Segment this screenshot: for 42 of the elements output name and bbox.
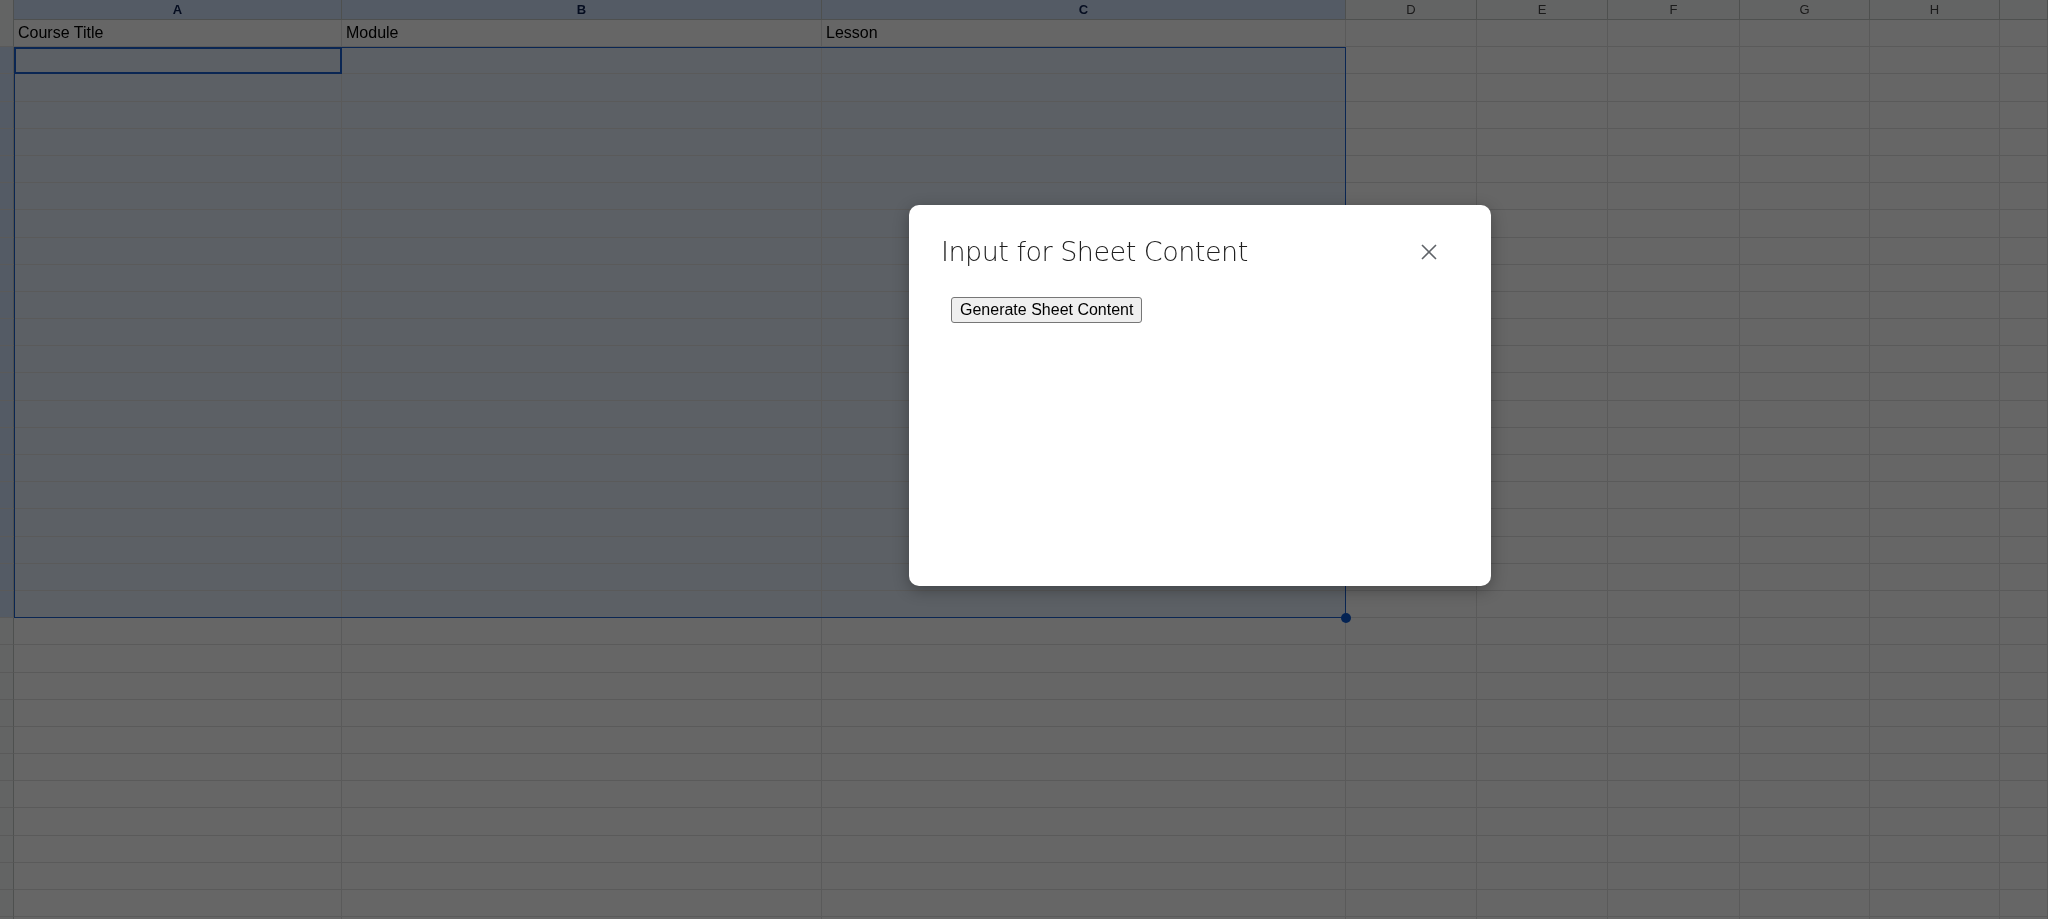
row-header[interactable] <box>0 890 14 918</box>
row-header[interactable] <box>0 210 14 238</box>
column-header[interactable]: G <box>1740 0 1870 20</box>
fill-handle[interactable] <box>1341 613 1351 624</box>
row-header[interactable] <box>0 427 14 455</box>
column-header[interactable]: B <box>342 0 822 20</box>
row-header[interactable] <box>0 400 14 428</box>
column-header[interactable]: C <box>822 0 1346 20</box>
row-header[interactable] <box>0 47 14 75</box>
row-header[interactable] <box>0 155 14 184</box>
row-header[interactable] <box>0 237 14 265</box>
row-header[interactable] <box>0 455 14 483</box>
generate-button[interactable]: Generate Sheet Content <box>951 297 1143 323</box>
row-header[interactable] <box>0 536 14 564</box>
row-header[interactable] <box>0 74 14 102</box>
column-header[interactable]: A <box>14 0 342 20</box>
row-header[interactable] <box>0 291 14 320</box>
column-header[interactable]: E <box>1477 0 1608 20</box>
column-header[interactable]: H <box>1870 0 2000 20</box>
row-header[interactable] <box>0 590 14 619</box>
column-header[interactable]: F <box>1608 0 1740 20</box>
column-header[interactable]: D <box>1346 0 1477 20</box>
active-cell[interactable] <box>14 47 342 75</box>
table-cell: Lesson <box>822 20 1346 48</box>
table-cell <box>2000 20 2048 48</box>
row-header[interactable] <box>0 808 14 836</box>
row-header[interactable] <box>0 373 14 401</box>
column-header[interactable] <box>2000 0 2048 20</box>
close-icon[interactable] <box>1419 242 1439 262</box>
row-header[interactable] <box>0 319 14 347</box>
row-header[interactable] <box>0 346 14 374</box>
row-header[interactable] <box>0 482 14 510</box>
dialog-title: Input for Sheet Content <box>941 239 1248 265</box>
row-header[interactable] <box>0 509 14 537</box>
table-cell: Course Title <box>14 20 342 48</box>
row-header[interactable] <box>0 264 14 292</box>
row-header[interactable] <box>0 183 14 211</box>
row-header[interactable] <box>0 101 14 129</box>
row-header[interactable] <box>0 128 14 156</box>
row-header[interactable] <box>0 645 14 673</box>
table-cell: Module <box>342 20 822 48</box>
row-header[interactable] <box>0 563 14 591</box>
